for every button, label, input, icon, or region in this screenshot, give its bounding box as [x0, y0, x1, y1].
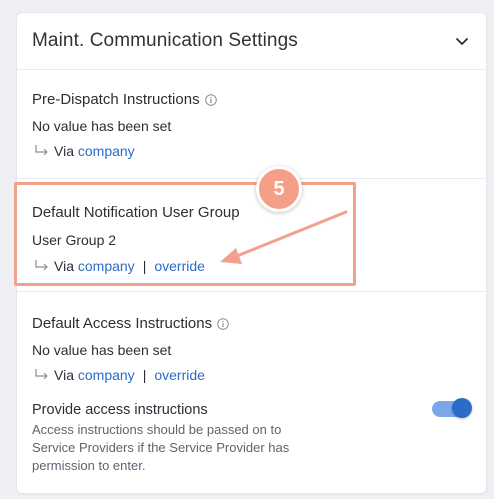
- step-badge: 5: [256, 166, 302, 212]
- annotation-arrow-icon: [220, 210, 348, 264]
